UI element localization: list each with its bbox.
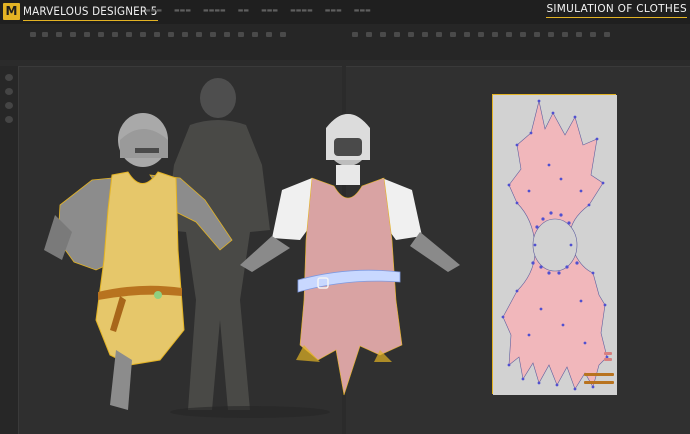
strap-pattern-piece[interactable] xyxy=(604,352,612,355)
belt-pattern-piece[interactable] xyxy=(584,381,614,384)
strap-pattern-piece[interactable] xyxy=(604,358,612,361)
figure-pink-dress xyxy=(240,114,460,396)
belt-pattern-piece[interactable] xyxy=(584,373,614,376)
pattern-shape xyxy=(493,95,617,395)
pattern-sheet[interactable] xyxy=(492,94,617,395)
